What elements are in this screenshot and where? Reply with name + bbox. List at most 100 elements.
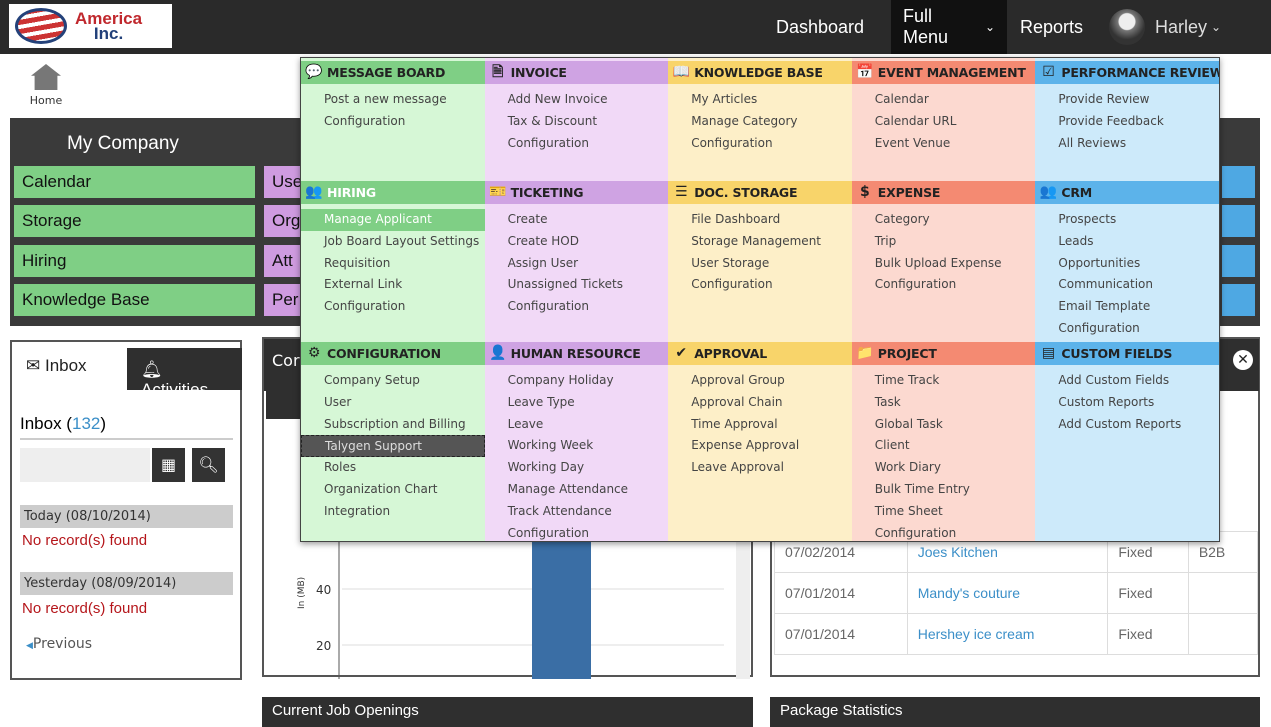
menu-item[interactable]: Time Track [852,370,1036,392]
calendar-icon[interactable]: ▦ [152,448,185,482]
menu-item[interactable]: Calendar URL [852,111,1036,133]
menu-item[interactable]: Global Task [852,414,1036,436]
home-link[interactable]: Home [26,64,66,107]
menu-item[interactable]: All Reviews [1035,133,1219,155]
menu-item[interactable]: Configuration [1035,318,1219,340]
menu-item[interactable]: Create HOD [485,231,669,253]
menu-item[interactable]: Expense Approval [668,435,852,457]
menu-item[interactable]: User Storage [668,253,852,275]
menu-item[interactable]: Email Template [1035,296,1219,318]
tab-activities[interactable]: 🔔︎ Activities [127,348,242,399]
menu-item[interactable]: Add Custom Fields [1035,370,1219,392]
menu-item[interactable]: Manage Attendance [485,479,669,501]
user-menu[interactable]: Harley ⌄ [1097,0,1233,54]
menu-section-header[interactable]: 🗎 INVOICE [484,61,669,84]
menu-item[interactable]: Requisition [301,253,485,275]
menu-item[interactable]: Configuration [485,523,669,541]
menu-item[interactable]: Add New Invoice [485,89,669,111]
menu-item[interactable]: Calendar [852,89,1036,111]
menu-item[interactable]: Configuration [301,111,485,133]
menu-item[interactable]: Leave Type [485,392,669,414]
menu-item[interactable]: Configuration [668,274,852,296]
menu-item[interactable]: Leads [1035,231,1219,253]
menu-item[interactable]: Work Diary [852,457,1036,479]
menu-item[interactable]: Time Approval [668,414,852,436]
menu-item[interactable]: Unassigned Tickets [485,274,669,296]
inbox-search-input[interactable] [20,448,150,482]
menu-section-header[interactable]: ✔ APPROVAL [668,342,852,365]
company-calendar[interactable]: Calendar [14,166,255,198]
menu-section-header[interactable]: $ EXPENSE [851,181,1036,204]
menu-item[interactable]: Configuration [485,296,669,318]
menu-item[interactable]: Client [852,435,1036,457]
company-blue-1[interactable] [1222,166,1255,198]
menu-item[interactable]: Event Venue [852,133,1036,155]
company-blue-2[interactable] [1222,205,1255,237]
company-org[interactable]: Org [264,205,304,237]
menu-item[interactable]: Prospects [1035,209,1219,231]
menu-item[interactable]: My Articles [668,89,852,111]
menu-section-header[interactable]: ☑ PERFORMANCE REVIEW [1035,61,1219,84]
menu-section-header[interactable]: 👥 HIRING [301,181,485,204]
menu-item[interactable]: Post a new message [301,89,485,111]
menu-section-header[interactable]: 👥 CRM [1035,181,1219,204]
menu-item[interactable]: File Dashboard [668,209,852,231]
client-link[interactable]: Hershey ice cream [906,613,1109,655]
menu-item[interactable]: Time Sheet [852,501,1036,523]
company-hiring[interactable]: Hiring [14,245,255,277]
menu-item[interactable]: Bulk Time Entry [852,479,1036,501]
menu-item[interactable]: Add Custom Reports [1035,414,1219,436]
menu-item[interactable]: External Link [301,274,485,296]
tab-inbox[interactable]: ✉ Inbox [12,342,127,388]
menu-item[interactable]: Leave Approval [668,457,852,479]
menu-item[interactable]: Manage Applicant [301,209,485,231]
company-logo[interactable]: America Inc. [9,4,172,48]
nav-full-menu[interactable]: Full Menu ⌄ [891,0,1007,54]
company-blue-3[interactable] [1222,245,1255,277]
menu-item[interactable]: Create [485,209,669,231]
menu-item[interactable]: Bulk Upload Expense [852,253,1036,275]
menu-section-header[interactable]: 👤 HUMAN RESOURCE [484,342,669,365]
menu-item[interactable]: Company Holiday [485,370,669,392]
menu-item[interactable]: Provide Feedback [1035,111,1219,133]
menu-item[interactable]: Company Setup [301,370,485,392]
menu-item[interactable]: Talygen Support [301,435,485,458]
menu-item[interactable]: Configuration [852,523,1036,541]
nav-reports[interactable]: Reports [1008,0,1095,54]
nav-dashboard[interactable]: Dashboard [764,0,876,54]
menu-item[interactable]: Configuration [301,296,485,318]
menu-item[interactable]: Task [852,392,1036,414]
menu-section-header[interactable]: ☰ DOC. STORAGE [668,181,852,204]
client-link[interactable]: Mandy's couture [906,572,1109,614]
company-performance[interactable]: Per [264,284,304,316]
menu-section-header[interactable]: 📅 EVENT MANAGEMENT [851,61,1036,84]
menu-item[interactable]: Leave [485,414,669,436]
menu-item[interactable]: Subscription and Billing [301,414,485,436]
menu-item[interactable]: Custom Reports [1035,392,1219,414]
close-icon[interactable]: ✕ [1233,350,1253,370]
menu-item[interactable]: Provide Review [1035,89,1219,111]
menu-item[interactable]: Manage Category [668,111,852,133]
menu-section-header[interactable]: ▤ CUSTOM FIELDS [1035,342,1219,365]
menu-item[interactable]: Working Week [485,435,669,457]
search-icon[interactable]: 🔍︎ [192,448,225,482]
previous-link[interactable]: ◀Previous [26,636,92,652]
menu-item[interactable]: Working Day [485,457,669,479]
menu-item[interactable]: Category [852,209,1036,231]
menu-item[interactable]: Configuration [668,133,852,155]
menu-section-header[interactable]: 📖 KNOWLEDGE BASE [668,61,852,84]
menu-section-header[interactable]: 💬 MESSAGE BOARD [301,61,485,84]
menu-item[interactable]: Configuration [485,133,669,155]
menu-section-header[interactable]: 🎫 TICKETING [484,181,669,204]
company-blue-4[interactable] [1222,284,1255,316]
menu-section-header[interactable]: 📁 PROJECT [851,342,1036,365]
menu-item[interactable]: Integration [301,501,485,523]
menu-item[interactable]: Opportunities [1035,253,1219,275]
menu-item[interactable]: Roles [301,457,485,479]
menu-item[interactable]: Tax & Discount [485,111,669,133]
company-attendance[interactable]: Att [264,245,304,277]
menu-item[interactable]: Organization Chart [301,479,485,501]
menu-item[interactable]: User [301,392,485,414]
company-storage[interactable]: Storage [14,205,255,237]
menu-item[interactable]: Track Attendance [485,501,669,523]
